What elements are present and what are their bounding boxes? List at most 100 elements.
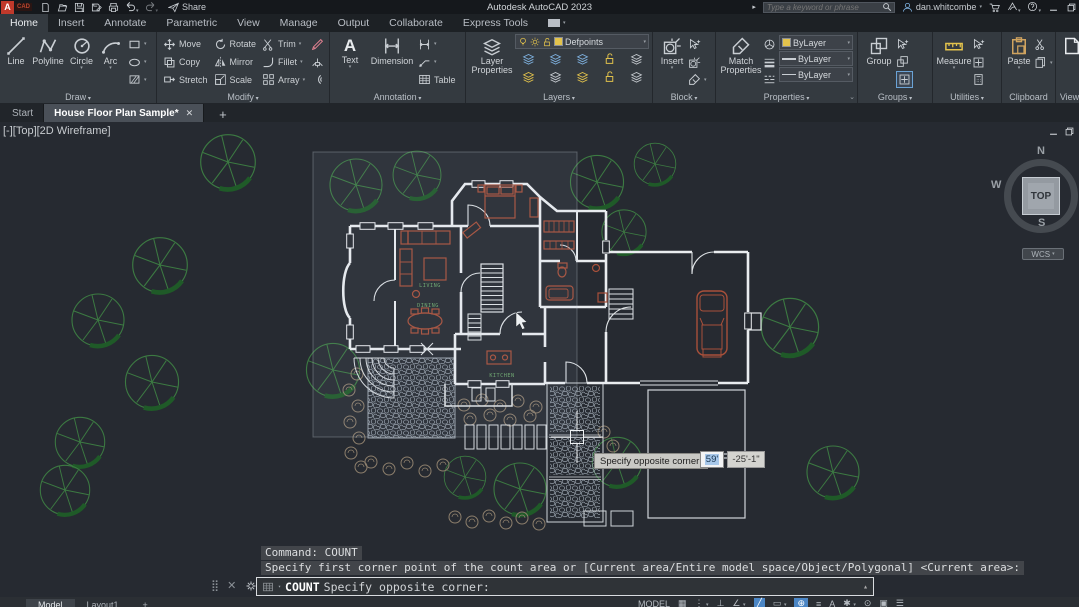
grid-toggle-icon[interactable]: ▦	[678, 598, 687, 607]
array-button[interactable]: Array▾	[262, 71, 305, 88]
viewcube-top-face[interactable]: TOP	[1022, 177, 1060, 215]
layer-thaw-button[interactable]	[571, 68, 593, 85]
help-menu[interactable]: ▾	[1027, 1, 1041, 14]
isodraft-toggle-icon[interactable]: ╱	[754, 598, 765, 607]
copy-button[interactable]: Copy	[163, 54, 208, 71]
ribbon-display-toggle[interactable]: ▾	[538, 14, 576, 32]
ungroup-button[interactable]	[896, 54, 913, 71]
dimension-button[interactable]: Dimension	[366, 34, 418, 88]
app-store-cart-icon[interactable]	[989, 2, 1000, 13]
drawing-minimize-icon[interactable]	[1048, 126, 1059, 137]
layer-dropdown-caret-icon[interactable]: ▾	[643, 39, 646, 45]
close-tab-icon[interactable]: ✕	[186, 108, 194, 119]
new-layout-button[interactable]: +	[131, 599, 160, 607]
search-input[interactable]	[764, 3, 882, 12]
paste-button[interactable]: Paste▾	[1004, 34, 1034, 88]
window-minimize-icon[interactable]	[1048, 2, 1059, 13]
erase-button[interactable]	[311, 36, 324, 53]
panel-label-draw[interactable]: Draw	[0, 92, 156, 102]
command-recent-icon[interactable]	[262, 581, 274, 593]
drawing-area[interactable]: LIVING DINING KITCHEN [-][Top][2D Wirefr…	[0, 122, 1079, 607]
text-button[interactable]: A Text▾	[334, 34, 366, 88]
redo-button[interactable]: ▾	[145, 1, 159, 14]
tracking-toggle-icon[interactable]: ▭ ▾	[773, 598, 787, 607]
viewcube[interactable]: N W S E TOP	[995, 147, 1079, 262]
file-tab-drawing[interactable]: House Floor Plan Sample* ✕	[44, 104, 204, 122]
panel-label-block[interactable]: Block	[653, 92, 715, 102]
mirror-button[interactable]: Mirror	[214, 54, 257, 71]
new-tab-button[interactable]: +	[214, 107, 232, 122]
multileader-style-button[interactable]: ▾	[418, 36, 456, 53]
isolate-objects-icon[interactable]: ▣	[879, 598, 888, 607]
viewcube-south[interactable]: S	[1038, 217, 1045, 229]
layer-states-button[interactable]	[625, 50, 647, 67]
panel-label-clipboard[interactable]: Clipboard	[1002, 92, 1055, 102]
tab-manage[interactable]: Manage	[270, 14, 328, 32]
save-icon[interactable]	[74, 2, 85, 13]
leader-button[interactable]: ▾	[418, 54, 456, 71]
panel-label-layers[interactable]: Layers	[466, 92, 652, 102]
layer-on-button[interactable]	[517, 68, 539, 85]
wcs-menu[interactable]: WCS▾	[1022, 248, 1064, 260]
rectangle-button[interactable]: ▾	[128, 36, 147, 53]
circle-button[interactable]: Circle▾	[66, 34, 97, 88]
base-view-button[interactable]	[1060, 34, 1079, 88]
viewport-controls-label[interactable]: [-][Top][2D Wireframe]	[3, 125, 111, 137]
snap-toggle-icon[interactable]: ⋮ ▾	[695, 598, 709, 607]
layer-unisolate-button[interactable]	[544, 68, 566, 85]
ellipse-button[interactable]: ▾	[128, 54, 147, 71]
layer-match-button[interactable]	[625, 68, 647, 85]
offset-button[interactable]	[311, 71, 324, 88]
panel-label-view[interactable]: View	[1056, 92, 1079, 102]
tab-express-tools[interactable]: Express Tools	[453, 14, 538, 32]
tab-collaborate[interactable]: Collaborate	[379, 14, 453, 32]
define-attributes-button[interactable]	[688, 54, 707, 71]
cut-clip-button[interactable]	[1034, 36, 1053, 53]
layer-properties-button[interactable]: Layer Properties	[469, 34, 515, 88]
command-bar-close-icon[interactable]: ✕	[227, 579, 236, 592]
command-recent-caret-icon[interactable]: ▾	[278, 584, 281, 590]
quick-calculator-button[interactable]	[972, 71, 985, 88]
viewcube-north[interactable]: N	[1037, 145, 1045, 157]
model-tab[interactable]: Model	[26, 599, 75, 607]
layer-off-button[interactable]	[517, 50, 539, 67]
block-editor-button[interactable]: ▾	[688, 71, 707, 88]
fillet-button[interactable]: Fillet▾	[262, 54, 305, 71]
explode-button[interactable]	[311, 54, 324, 71]
command-history-up-icon[interactable]: ▴	[863, 582, 868, 591]
annotation-scale-icon[interactable]: A	[829, 599, 835, 607]
plot-icon[interactable]	[108, 2, 119, 13]
viewcube-west[interactable]: W	[991, 179, 1001, 191]
command-input-bar[interactable]: ▾ COUNT Specify opposite corner: ▴	[256, 577, 874, 596]
group-button[interactable]: Group	[862, 34, 896, 88]
panel-label-groups[interactable]: Groups	[858, 92, 932, 102]
file-tab-start[interactable]: Start	[2, 104, 44, 122]
save-as-icon[interactable]	[91, 2, 102, 13]
rotate-button[interactable]: Rotate	[214, 36, 257, 53]
panel-label-annotation[interactable]: Annotation	[330, 92, 465, 102]
group-edit-button[interactable]	[896, 36, 913, 53]
tab-annotate[interactable]: Annotate	[94, 14, 156, 32]
group-selection-toggle[interactable]	[896, 71, 913, 88]
line-button[interactable]: Line	[2, 34, 30, 88]
tab-view[interactable]: View	[227, 14, 270, 32]
stretch-button[interactable]: Stretch	[163, 71, 208, 88]
linetype-icon[interactable]	[763, 71, 779, 88]
autodesk-app-menu[interactable]: ▾	[1007, 1, 1021, 14]
tab-parametric[interactable]: Parametric	[156, 14, 227, 32]
measure-button[interactable]: Measure▾	[936, 34, 972, 88]
polar-toggle-icon[interactable]: ∠ ▾	[732, 598, 745, 607]
open-icon[interactable]	[57, 2, 68, 13]
hatch-button[interactable]: ▾	[128, 71, 147, 88]
layer-unlock-button[interactable]	[598, 68, 620, 85]
lineweight-icon[interactable]	[763, 54, 779, 71]
annotation-visibility-icon[interactable]: ✱ ▾	[843, 598, 856, 607]
model-space-toggle[interactable]: MODEL	[638, 599, 670, 607]
layer-lock-button[interactable]	[598, 50, 620, 67]
collapse-arrow-icon[interactable]: ▸	[752, 3, 756, 11]
customization-menu-icon[interactable]: ☰	[896, 598, 904, 607]
color-wheel-icon[interactable]	[763, 36, 779, 53]
tab-home[interactable]: Home	[0, 14, 48, 32]
layer-dropdown[interactable]: Defpoints ▾	[515, 34, 649, 49]
osnap-toggle-icon[interactable]: ⊕	[794, 598, 808, 607]
